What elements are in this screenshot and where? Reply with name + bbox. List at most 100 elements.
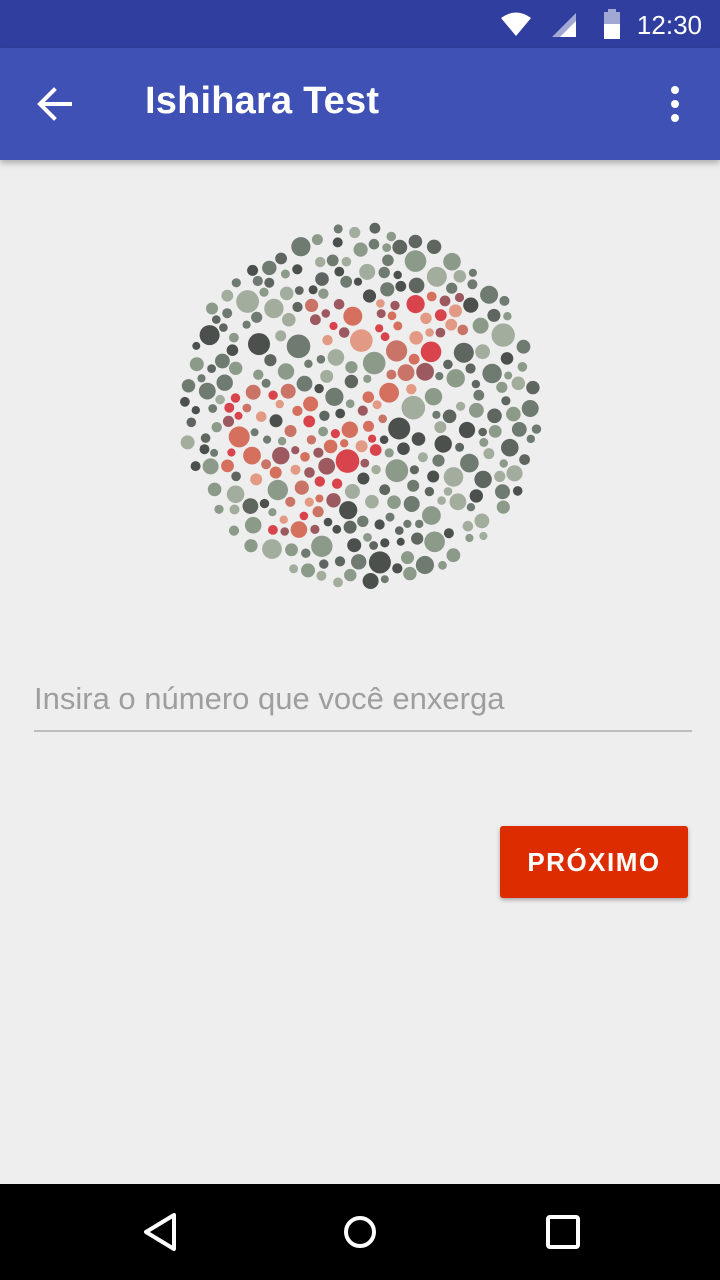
nav-back-icon[interactable] [140, 1210, 180, 1254]
plate-dot [344, 568, 357, 582]
plate-dot [357, 405, 368, 416]
plate-dot [268, 508, 277, 517]
plate-dot [435, 372, 444, 381]
plate-dot [401, 551, 414, 565]
plate-dot [212, 315, 221, 324]
plate-dot [326, 254, 339, 267]
plate-dot [335, 449, 360, 473]
plate-dot [446, 369, 465, 388]
plate-dot [500, 352, 514, 365]
plate-dot [311, 535, 333, 557]
plate-dot [290, 464, 301, 475]
plate-dot [267, 479, 288, 501]
plate-dot [526, 434, 535, 444]
plate-dot [345, 399, 355, 408]
plate-dot [197, 374, 206, 383]
plate-dot [234, 411, 243, 420]
plate-dot [465, 363, 476, 374]
plate-dot [211, 422, 222, 433]
plate-dot [420, 312, 432, 324]
plate-dot [334, 556, 346, 567]
plate-dot [331, 478, 343, 489]
nav-home-icon[interactable] [342, 1210, 378, 1254]
plate-dot [369, 444, 382, 456]
plate-dot [379, 382, 399, 403]
plate-dot [221, 289, 234, 302]
plate-dot [465, 533, 474, 543]
plate-dot [521, 400, 539, 417]
plate-dot [282, 312, 296, 327]
plate-dot [435, 327, 446, 338]
arrow-back-icon[interactable] [34, 84, 74, 124]
plate-dot [385, 512, 395, 522]
plate-dot [248, 333, 270, 356]
plate-dot [511, 376, 526, 391]
plate-dot [320, 369, 334, 383]
plate-dot [443, 359, 453, 370]
plate-dot [368, 238, 380, 250]
next-button[interactable]: PRÓXIMO [500, 826, 688, 898]
plate-dot [279, 515, 288, 524]
plate-dot [303, 396, 319, 412]
plate-dot [432, 454, 445, 467]
navigation-bar [0, 1184, 720, 1280]
wifi-icon [501, 12, 531, 36]
plate-dot [449, 493, 467, 511]
plate-dot [379, 435, 389, 444]
plate-dot [443, 528, 454, 539]
plate-dot [411, 432, 426, 446]
nav-recents-icon[interactable] [545, 1212, 581, 1252]
plate-dot [268, 525, 278, 535]
plate-dot [365, 494, 379, 509]
plate-dot [425, 328, 434, 337]
plate-dot [244, 516, 262, 534]
plate-dot [362, 289, 377, 303]
plate-dot [494, 470, 506, 482]
plate-dot [285, 543, 298, 557]
plate-dot [305, 298, 319, 312]
plate-dot [189, 357, 204, 372]
plate-dot [285, 496, 296, 507]
plate-dot [236, 290, 259, 313]
plate-dot [333, 224, 343, 234]
plate-dot [186, 417, 197, 428]
plate-dot [357, 515, 369, 527]
plate-dot [339, 501, 358, 520]
more-vert-icon[interactable] [660, 84, 690, 124]
plate-dot [228, 426, 250, 448]
plate-dot [409, 465, 419, 475]
plate-dot [300, 452, 310, 462]
plate-dot [456, 401, 466, 411]
plate-dot [325, 387, 344, 406]
plate-dot [368, 551, 391, 574]
plate-dot [200, 433, 211, 443]
plate-dot [426, 266, 447, 287]
plate-dot [395, 526, 404, 535]
plate-dot [312, 506, 324, 518]
plate-dot [245, 384, 261, 400]
plate-dot [407, 479, 420, 492]
plate-dot [472, 317, 489, 334]
plate-dot [420, 341, 442, 363]
plate-dot [199, 325, 220, 346]
plate-dot [496, 500, 510, 514]
plate-dot [432, 410, 441, 419]
answer-input[interactable] [34, 668, 692, 732]
plate-dot [221, 459, 234, 473]
plate-dot [360, 458, 370, 468]
plate-dot [380, 538, 390, 548]
plate-dot [439, 295, 451, 307]
plate-dot [301, 548, 311, 558]
plate-dot [396, 537, 405, 546]
plate-dot [380, 332, 390, 342]
plate-dot [291, 237, 311, 257]
plate-dot [292, 405, 303, 416]
plate-dot [469, 402, 484, 418]
plate-dot [316, 355, 326, 364]
plate-dot [306, 435, 317, 445]
plate-dot [406, 384, 417, 395]
plate-dot [289, 564, 299, 574]
plate-dot [275, 399, 284, 409]
plate-dot [455, 442, 465, 452]
plate-dot [362, 391, 375, 403]
